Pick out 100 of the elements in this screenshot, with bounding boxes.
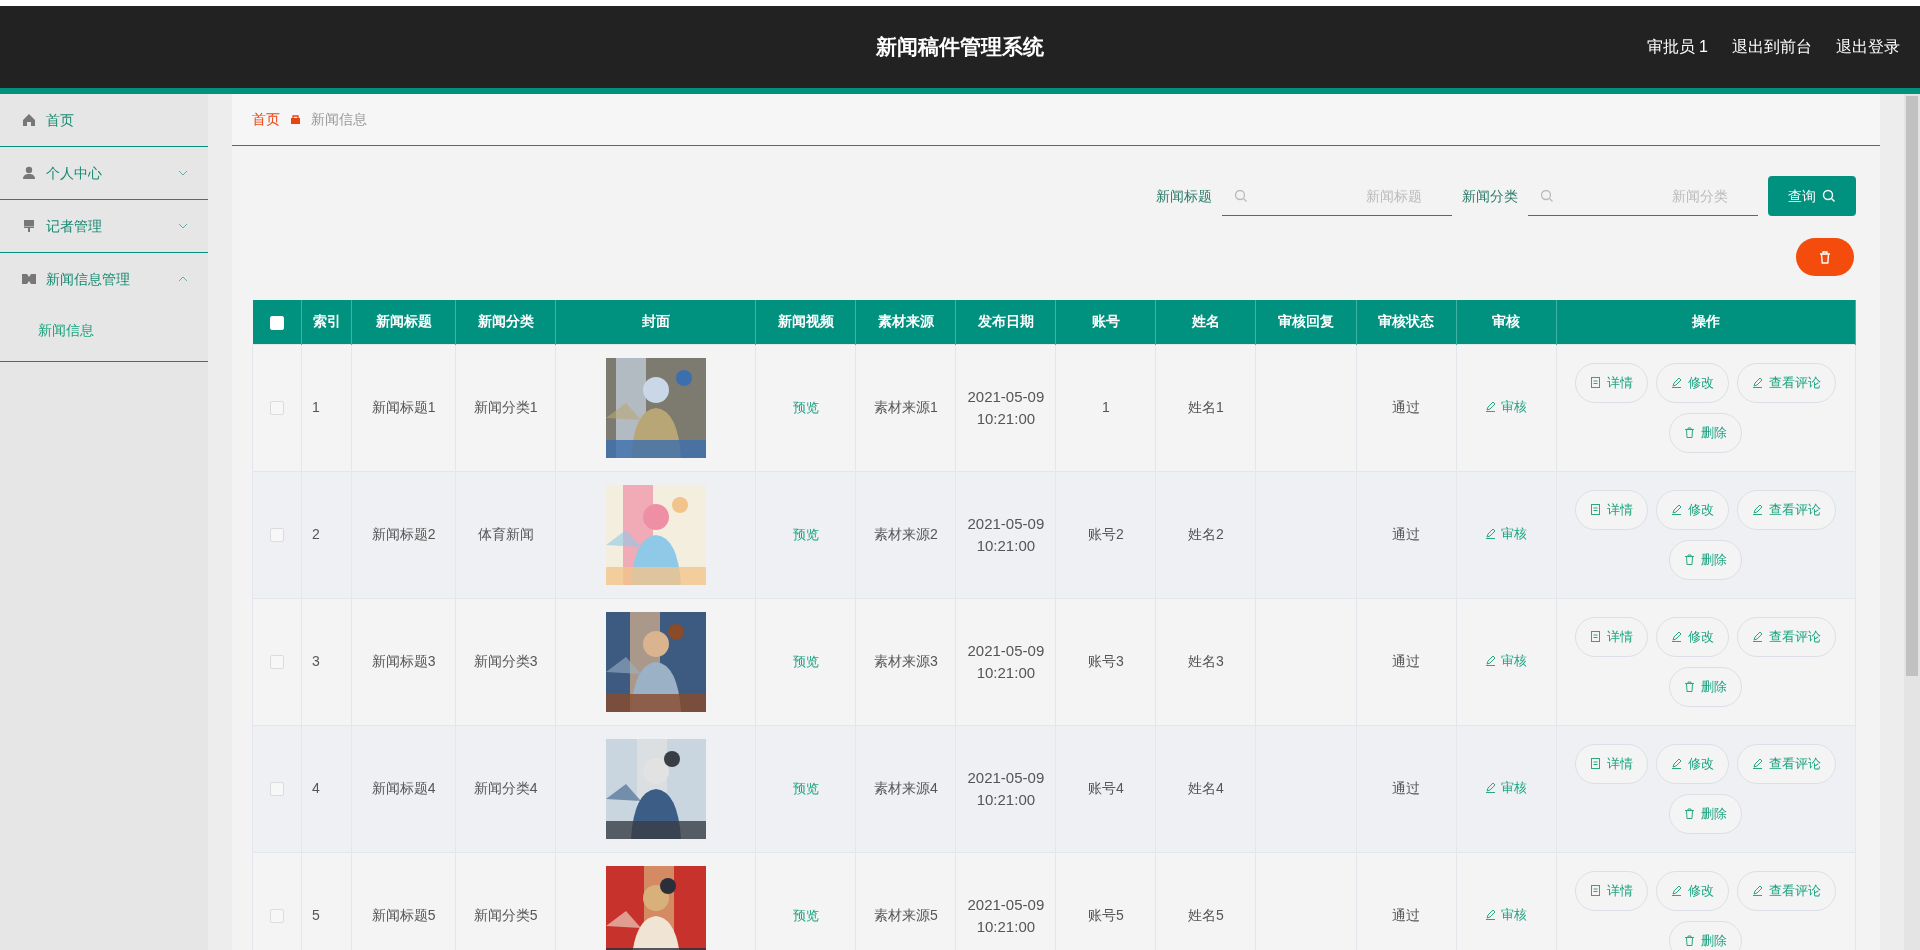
- column-header: 姓名: [1191, 313, 1220, 330]
- column-header: 封面: [641, 313, 670, 330]
- review-link[interactable]: 审核: [1485, 777, 1528, 798]
- table-cell: 素材来源3: [873, 653, 938, 669]
- table-cell: 新闻分类4: [473, 780, 538, 796]
- table-cell: 新闻标题2: [371, 526, 436, 542]
- table-cell: 体育新闻: [477, 526, 534, 542]
- pencil-icon: [1485, 528, 1497, 540]
- field-label: 新闻标题: [1156, 186, 1212, 206]
- bag-icon: [290, 114, 301, 125]
- table-cell: 新闻分类1: [473, 399, 538, 415]
- trash-icon: [1684, 427, 1696, 438]
- pencil-icon: [1671, 885, 1683, 896]
- column-header: 账号: [1091, 313, 1120, 330]
- document-icon: [1590, 758, 1602, 769]
- table-cell: 1: [312, 399, 320, 415]
- action-button[interactable]: 详情: [1575, 616, 1649, 657]
- sidebar-item[interactable]: 首页: [0, 94, 208, 146]
- action-button[interactable]: 删除: [1669, 412, 1743, 453]
- review-link[interactable]: 审核: [1485, 904, 1528, 925]
- pencil-icon: [1485, 655, 1497, 667]
- column-header: 索引: [312, 313, 341, 330]
- sidebar-item[interactable]: 个人中心: [0, 147, 208, 199]
- table-cell: 2021-05-09 10:21:00: [967, 768, 1045, 808]
- action-button[interactable]: 详情: [1575, 870, 1649, 911]
- header-link[interactable]: 退出到前台: [1732, 35, 1812, 59]
- preview-link[interactable]: 预览: [792, 654, 819, 669]
- sidebar-subitem[interactable]: 新闻信息: [0, 305, 208, 355]
- table-cell: 账号5: [1088, 907, 1124, 923]
- table-cell: 账号4: [1088, 780, 1124, 796]
- preview-link[interactable]: 预览: [792, 908, 819, 923]
- checkbox[interactable]: [270, 528, 284, 543]
- preview-link[interactable]: 预览: [792, 527, 819, 542]
- table-cell: 姓名3: [1188, 653, 1224, 669]
- action-button[interactable]: 详情: [1575, 362, 1649, 403]
- table-cell: 通过: [1392, 907, 1421, 923]
- action-button[interactable]: 删除: [1669, 920, 1743, 950]
- trash-icon: [1684, 935, 1696, 946]
- review-link[interactable]: 审核: [1485, 396, 1528, 417]
- table-cell: 2021-05-09 10:21:00: [967, 387, 1045, 427]
- delete-button[interactable]: [1796, 238, 1854, 276]
- action-button[interactable]: 查看评论: [1737, 743, 1837, 784]
- trash-icon: [1819, 250, 1831, 264]
- document-icon: [1590, 631, 1602, 642]
- sidebar-item[interactable]: 记者管理: [0, 200, 208, 252]
- preview-link[interactable]: 预览: [792, 781, 819, 796]
- checkbox[interactable]: [270, 655, 284, 670]
- table-cell: 通过: [1392, 526, 1421, 542]
- search-icon: [1540, 189, 1554, 203]
- column-header: 审核状态: [1378, 313, 1435, 330]
- document-icon: [1590, 885, 1602, 896]
- document-icon: [1590, 504, 1602, 515]
- search-icon: [1234, 189, 1248, 203]
- action-button[interactable]: 查看评论: [1737, 489, 1837, 530]
- action-button[interactable]: 修改: [1656, 870, 1730, 911]
- preview-link[interactable]: 预览: [792, 400, 819, 415]
- column-header: 新闻标题: [375, 313, 432, 330]
- search-button[interactable]: 查询: [1768, 176, 1856, 216]
- action-button[interactable]: 修改: [1656, 743, 1730, 784]
- table-cell: 素材来源2: [873, 526, 938, 542]
- checkbox[interactable]: [270, 909, 284, 924]
- action-button[interactable]: 查看评论: [1737, 362, 1837, 403]
- table-cell: 2021-05-09 10:21:00: [967, 641, 1045, 681]
- pencil-icon: [1671, 377, 1683, 388]
- action-button[interactable]: 删除: [1669, 666, 1743, 707]
- table-cell: 1: [1102, 399, 1110, 415]
- column-header: 操作: [1691, 313, 1720, 330]
- table-cell: 新闻标题3: [371, 653, 436, 669]
- header-link[interactable]: 审批员 1: [1646, 35, 1708, 59]
- brush-icon: [22, 219, 36, 233]
- review-link[interactable]: 审核: [1485, 523, 1528, 544]
- pencil-icon: [1752, 758, 1764, 769]
- table-cell: 新闻分类3: [473, 653, 538, 669]
- breadcrumb-link[interactable]: 首页: [252, 109, 280, 130]
- header-link[interactable]: 退出登录: [1836, 35, 1900, 59]
- table-cell: 2021-05-09 10:21:00: [967, 514, 1045, 554]
- review-link[interactable]: 审核: [1485, 650, 1528, 671]
- checkbox[interactable]: [270, 782, 284, 797]
- table-cell: 姓名4: [1188, 780, 1224, 796]
- action-button[interactable]: 详情: [1575, 489, 1649, 530]
- action-button[interactable]: 详情: [1575, 743, 1649, 784]
- pencil-icon: [1485, 782, 1497, 794]
- table-cell: 新闻分类5: [473, 907, 538, 923]
- action-button[interactable]: 修改: [1656, 362, 1730, 403]
- checkbox[interactable]: [270, 401, 284, 416]
- action-button[interactable]: 修改: [1656, 616, 1730, 657]
- action-button[interactable]: 查看评论: [1737, 616, 1837, 657]
- action-button[interactable]: 修改: [1656, 489, 1730, 530]
- scrollbar[interactable]: [1904, 94, 1920, 950]
- action-button[interactable]: 删除: [1669, 539, 1743, 580]
- table-cell: 通过: [1392, 653, 1421, 669]
- pencil-icon: [1752, 377, 1764, 388]
- action-button[interactable]: 查看评论: [1737, 870, 1837, 911]
- column-header: 素材来源: [877, 313, 934, 330]
- column-header: 发布日期: [977, 313, 1034, 330]
- pencil-icon: [1671, 504, 1683, 515]
- breadcrumb-current: 新闻信息: [311, 110, 367, 129]
- sidebar-item[interactable]: 新闻信息管理: [0, 253, 208, 305]
- pencil-icon: [1752, 631, 1764, 642]
- action-button[interactable]: 删除: [1669, 793, 1743, 834]
